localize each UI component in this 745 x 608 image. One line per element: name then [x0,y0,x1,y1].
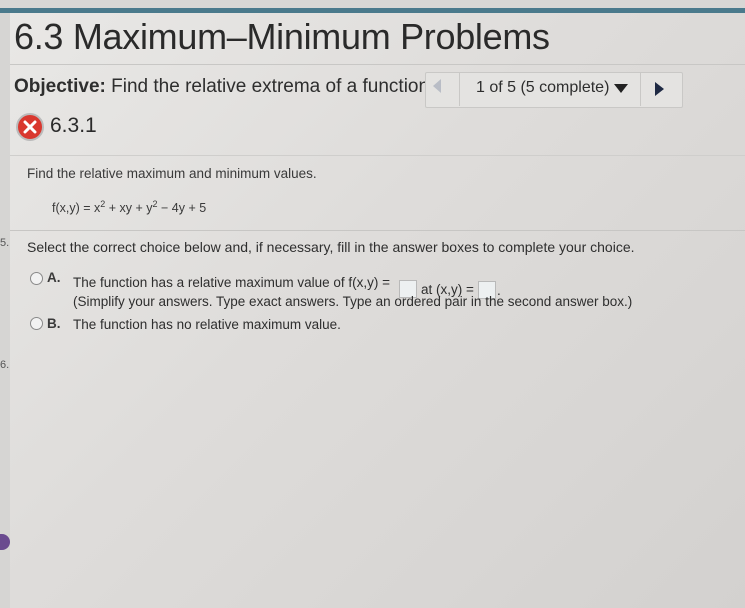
chevron-down-icon[interactable] [614,84,628,93]
divider [10,155,745,156]
choice-b-letter: B. [47,316,61,331]
choice-a-letter: A. [47,270,61,285]
incorrect-status-icon [16,113,44,141]
function-mid: + xy + y [105,201,153,216]
page-title: 6.3 Maximum–Minimum Problems [14,16,550,57]
choice-a-note: (Simplify your answers. Type exact answe… [73,294,633,309]
question-id: 6.3.1 [50,114,97,137]
previous-question-icon[interactable] [433,79,441,93]
divider [10,230,745,231]
choice-b-radio[interactable] [30,317,43,330]
objective-label: Objective: [14,76,106,97]
question-prompt: Find the relative maximum and minimum va… [27,166,317,181]
instructions: Select the correct choice below and, if … [27,239,635,255]
left-gutter: 5. 6. [0,13,10,608]
choice-b-text: The function has no relative maximum val… [73,317,341,332]
choice-a-radio[interactable] [30,272,43,285]
objective-text: Find the relative extrema of a function … [111,76,451,97]
function-expression: f(x,y) = x2 + xy + y2 − 4y + 5 [52,199,206,215]
divider [10,64,745,65]
header-accent-strip [0,8,745,13]
function-rest: − 4y + 5 [157,201,207,216]
divider [640,73,641,106]
function-lhs: f(x,y) = x [52,201,101,216]
next-question-icon[interactable] [655,82,664,96]
gutter-mark: 5. [0,237,10,249]
divider [459,73,460,106]
question-position[interactable]: 1 of 5 (5 complete) [476,79,609,97]
choice-a-text: The function has a relative maximum valu… [73,275,391,290]
objective: Objective: Find the relative extrema of … [14,76,450,98]
gutter-mark: 6. [0,359,10,371]
browser-top-bar [0,0,745,8]
